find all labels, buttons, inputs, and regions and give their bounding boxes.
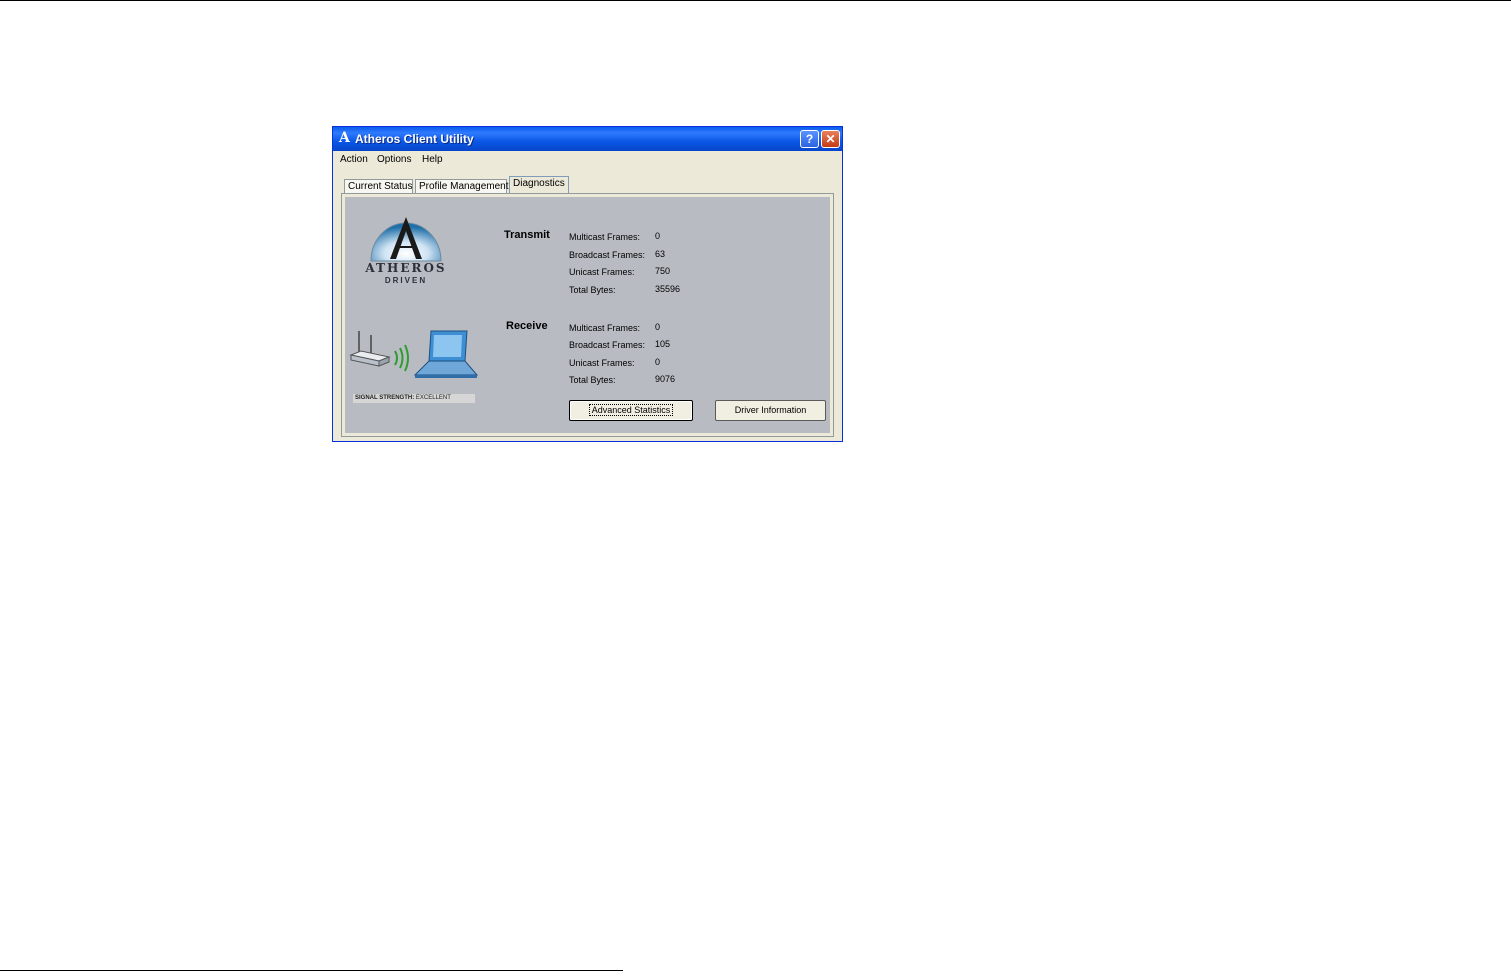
tx-multicast-label: Multicast Frames: [569,232,641,242]
rx-multicast-label: Multicast Frames: [569,323,641,333]
signal-strength-value: EXCELLENT [415,395,451,401]
tx-total-bytes-value: 35596 [655,284,681,294]
signal-strength-indicator: SIGNAL STRENGTH: EXCELLENT [353,394,475,403]
rx-broadcast-label: Broadcast Frames: [569,340,646,350]
tx-broadcast-label: Broadcast Frames: [569,250,646,260]
rx-unicast-label: Unicast Frames: [569,358,635,368]
tx-broadcast-value: 63 [655,249,666,259]
rx-broadcast-value: 105 [655,339,671,349]
logo-wordmark: ATHEROS [365,261,447,275]
rx-total-bytes-value: 9076 [655,374,676,384]
tx-multicast-value: 0 [655,231,661,241]
atheros-logo-icon: A [339,130,350,146]
rx-multicast-value: 0 [655,322,661,332]
router-to-laptop-signal-icon [349,330,479,378]
title-bar[interactable]: A Atheros Client Utility ? ✕ [333,127,842,151]
atheros-client-utility-window: A Atheros Client Utility ? ✕ Action Opti… [332,126,843,442]
close-button[interactable]: ✕ [821,130,840,148]
menu-help[interactable]: Help [422,154,443,165]
rx-unicast-value: 0 [655,357,661,367]
menu-action[interactable]: Action [340,154,368,165]
logo-subtitle: DRIVEN [384,276,428,285]
diagnostics-panel-body: ATHEROS DRIVEN SIGNAL STRENGTH: EXCELLEN… [345,197,830,433]
signal-strength-label: SIGNAL STRENGTH: [355,395,415,401]
advanced-statistics-button[interactable]: Advanced Statistics [569,400,693,421]
footnote-rule [0,970,623,971]
menu-bar: Action Options Help [333,151,842,168]
advanced-statistics-label: Advanced Statistics [588,404,674,416]
atheros-dome-icon [370,217,442,262]
tab-diagnostics[interactable]: Diagnostics [509,176,569,194]
tab-profile-management[interactable]: Profile Management [415,179,509,194]
tx-unicast-label: Unicast Frames: [569,267,635,277]
page-top-rule [0,0,1511,1]
tx-total-bytes-label: Total Bytes: [569,285,616,295]
receive-heading: Receive [506,320,548,332]
help-button[interactable]: ? [800,130,819,148]
tab-current-status[interactable]: Current Status [344,179,413,194]
transmit-heading: Transmit [504,229,550,241]
diagnostics-panel: ATHEROS DRIVEN SIGNAL STRENGTH: EXCELLEN… [341,193,834,437]
atheros-driven-logo: ATHEROS DRIVEN [365,209,447,301]
tx-unicast-value: 750 [655,266,671,276]
window-title: Atheros Client Utility [355,132,474,146]
driver-information-button[interactable]: Driver Information [715,400,826,421]
rx-total-bytes-label: Total Bytes: [569,375,616,385]
menu-options[interactable]: Options [377,154,411,165]
